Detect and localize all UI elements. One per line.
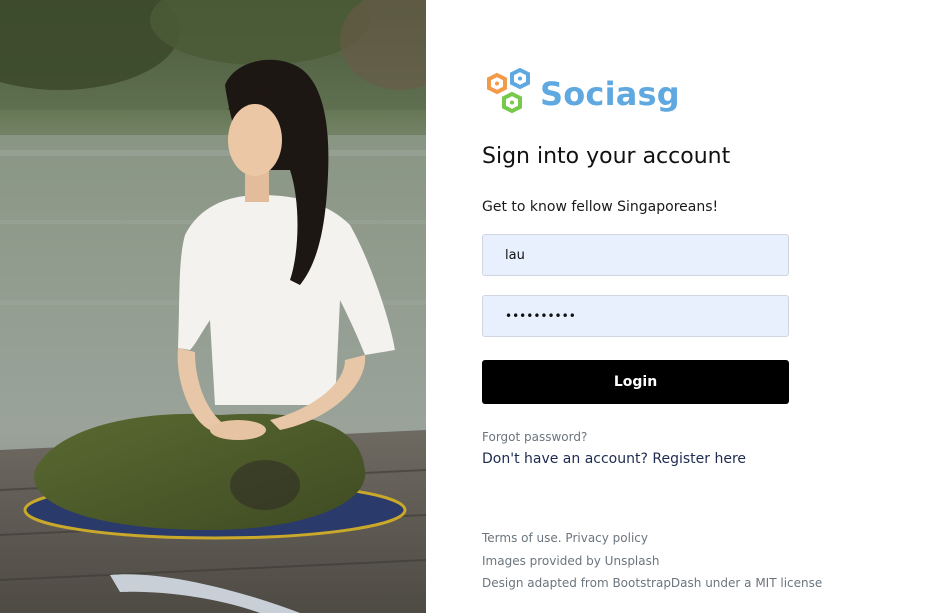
hero-image (0, 0, 426, 613)
privacy-link[interactable]: Privacy policy (565, 531, 648, 545)
design-credit: Design adapted from BootstrapDash under … (482, 576, 823, 590)
username-input[interactable] (482, 234, 789, 276)
hexagon-gears-logo-icon (487, 68, 530, 114)
meditating-woman-photo (0, 0, 426, 613)
login-page: Sociasg Sign into your account Get to kn… (0, 0, 928, 613)
brand-name: Sociasg (540, 75, 680, 113)
forgot-password-link[interactable]: Forgot password? (482, 430, 587, 444)
brand-header: Sociasg (484, 68, 680, 120)
register-link[interactable]: Don't have an account? Register here (482, 451, 746, 467)
footer-legal: Terms of use. Privacy policy (482, 531, 648, 545)
images-credit: Images provided by Unsplash (482, 554, 660, 568)
page-subtitle: Get to know fellow Singaporeans! (482, 199, 719, 215)
login-button[interactable]: Login (482, 360, 789, 404)
terms-link[interactable]: Terms of use. (482, 531, 562, 545)
page-title: Sign into your account (482, 144, 731, 169)
password-input[interactable] (482, 295, 789, 337)
